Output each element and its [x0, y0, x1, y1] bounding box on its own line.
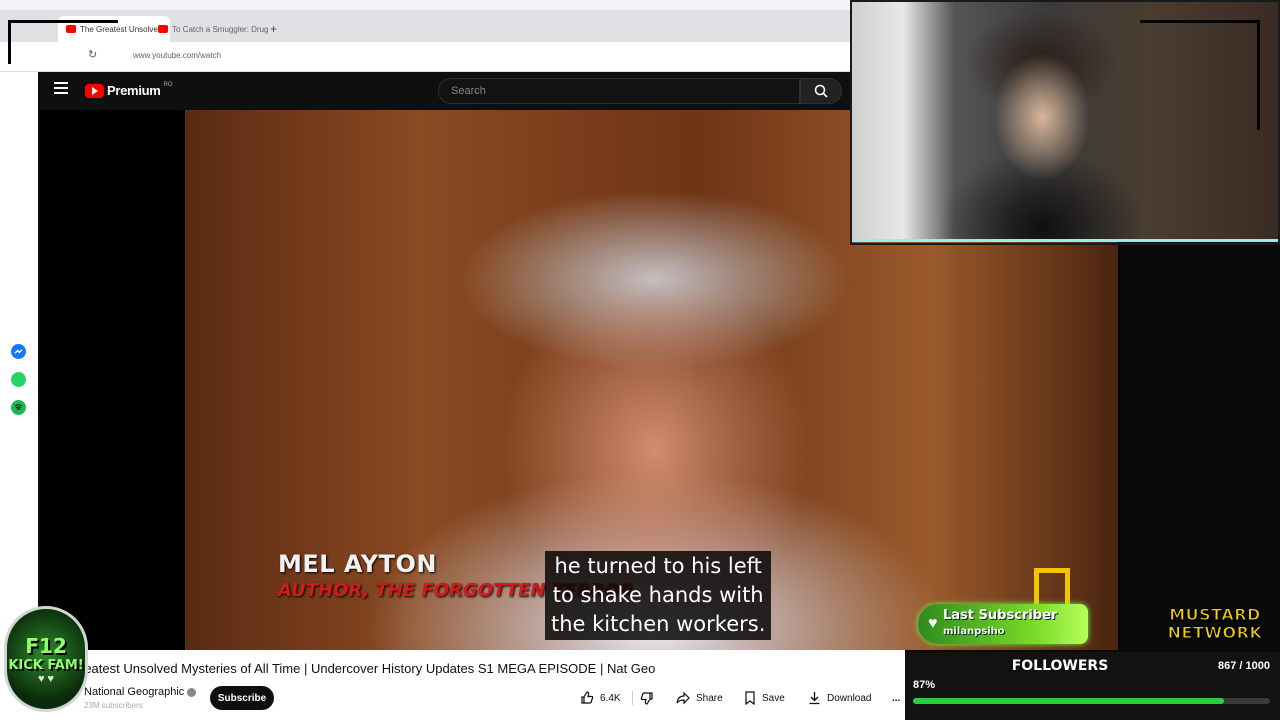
- kick-badge-bottom: KICK FAM!: [8, 657, 84, 673]
- frame-decoration: [8, 20, 118, 64]
- last-subscriber-widget: ♥ Last Subscriber milanpsiho: [918, 604, 1088, 644]
- video-caption: he turned to his left to shake hands wit…: [545, 551, 772, 640]
- tab-smuggler[interactable]: To Catch a Smuggler: Drug: [150, 16, 277, 42]
- search-box: [438, 78, 800, 104]
- share-label: Share: [696, 692, 723, 704]
- dislike-button[interactable]: [632, 687, 662, 709]
- new-tab-button[interactable]: +: [270, 22, 277, 36]
- mustard-line-1: MUSTARD: [1169, 605, 1261, 624]
- last-subscriber-title: Last Subscriber: [943, 608, 1058, 623]
- kick-badge-hearts: ♥ ♥: [37, 672, 55, 685]
- menu-icon[interactable]: [54, 82, 68, 94]
- youtube-favicon-icon: [158, 25, 168, 33]
- search-button[interactable]: [800, 78, 842, 104]
- browser-window: The Greatest Unsolved To Catch a Smuggle…: [0, 0, 850, 72]
- address-bar[interactable]: ↻ www.youtube.com/watch: [0, 42, 850, 72]
- followers-percent: 87%: [913, 679, 936, 691]
- followers-count: 867 / 1000: [1218, 660, 1270, 672]
- search-icon: [814, 84, 828, 98]
- save-button[interactable]: Save: [736, 687, 793, 709]
- heart-icon: ♥: [928, 615, 938, 632]
- youtube-header: Premium RO: [40, 72, 850, 110]
- kick-fam-badge: F12 KICK FAM! ♥ ♥: [4, 606, 88, 712]
- channel-name[interactable]: National Geographic: [84, 686, 197, 698]
- subscribe-button[interactable]: Subscribe: [210, 686, 274, 710]
- mustard-network-logo: MUSTARD NETWORK: [1156, 605, 1274, 644]
- followers-goal-widget: FOLLOWERS 867 / 1000 87%: [905, 652, 1280, 720]
- share-button[interactable]: Share: [668, 687, 731, 709]
- left-app-strip: [0, 72, 38, 652]
- followers-progress-track: [913, 698, 1270, 704]
- caption-line: he turned to his left: [554, 554, 762, 578]
- tab-bar: The Greatest Unsolved To Catch a Smuggle…: [0, 10, 850, 42]
- thumbs-up-icon: [581, 691, 594, 704]
- followers-progress-fill: [913, 698, 1224, 704]
- like-count: 6.4K: [600, 692, 621, 704]
- kick-badge-top: F12: [25, 633, 67, 658]
- stream-canvas: The Greatest Unsolved To Catch a Smuggle…: [0, 0, 1280, 720]
- spotify-icon[interactable]: [11, 400, 26, 415]
- tab-label: To Catch a Smuggler: Drug: [172, 24, 269, 34]
- bookmark-icon: [745, 691, 755, 705]
- download-label: Download: [827, 692, 872, 704]
- like-button[interactable]: 6.4K: [572, 687, 629, 709]
- thumbs-down-icon: [640, 692, 653, 705]
- channel-name-text: National Geographic: [84, 686, 185, 698]
- download-button[interactable]: Download: [800, 687, 879, 709]
- logo-text: Premium: [107, 83, 161, 98]
- mustard-line-2: NETWORK: [1167, 623, 1263, 642]
- messenger-icon[interactable]: [11, 344, 26, 359]
- url-text: www.youtube.com/watch: [133, 51, 222, 60]
- subscriber-count: 23M subscribers: [84, 701, 143, 710]
- logo-country: RO: [163, 81, 173, 88]
- caption-line: to shake hands with: [552, 583, 764, 607]
- last-subscriber-name: milanpsiho: [943, 626, 1005, 637]
- youtube-play-icon: [85, 83, 104, 98]
- download-icon: [809, 692, 820, 705]
- save-label: Save: [762, 692, 785, 704]
- video-title: reatest Unsolved Mysteries of All Time |…: [80, 661, 656, 676]
- followers-title: FOLLOWERS: [1011, 658, 1109, 674]
- search-input[interactable]: [439, 79, 799, 103]
- share-icon: [676, 691, 690, 705]
- whatsapp-icon[interactable]: [11, 372, 26, 387]
- video-info-panel: reatest Unsolved Mysteries of All Time |…: [0, 650, 905, 720]
- caption-line: the kitchen workers.: [551, 612, 766, 636]
- frame-decoration: [1140, 20, 1260, 130]
- youtube-logo[interactable]: Premium RO: [85, 81, 173, 98]
- verified-icon: [187, 687, 197, 697]
